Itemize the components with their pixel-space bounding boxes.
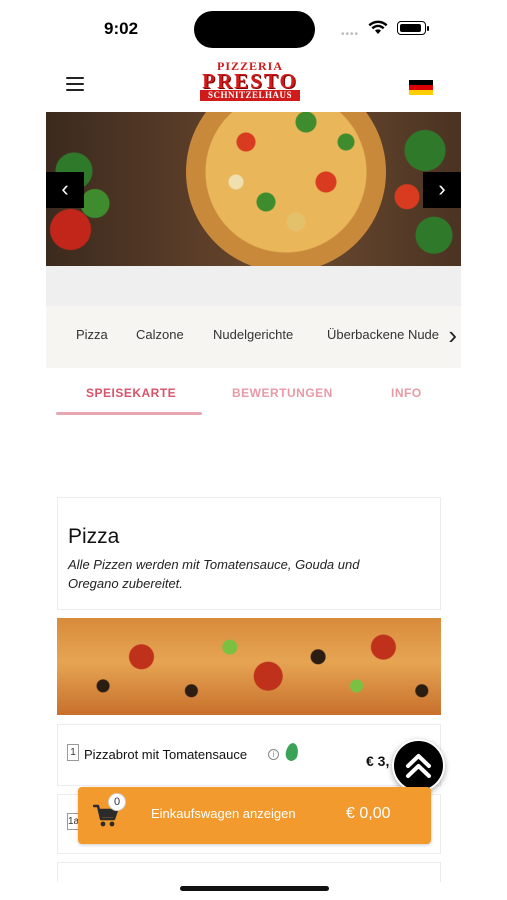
menu-section-header: Pizza Alle Pizzen werden mit Tomatensauc… [57, 497, 441, 610]
tab-bar: SPEISEKARTE BEWERTUNGEN INFO [46, 370, 461, 418]
tab-speisekarte[interactable]: SPEISEKARTE [86, 386, 176, 400]
menu-item[interactable] [57, 862, 441, 882]
hero-spacer [46, 266, 461, 306]
category-bar: Pizza Calzone Nudelgerichte Überbackene … [46, 306, 461, 368]
home-indicator[interactable] [180, 886, 329, 891]
tab-bewertungen[interactable]: BEWERTUNGEN [232, 386, 333, 400]
chevron-left-icon: ‹ [61, 176, 69, 201]
menu-icon[interactable] [66, 77, 84, 91]
category-next-chevron-icon[interactable]: › [448, 320, 457, 351]
vegetarian-leaf-icon [284, 742, 300, 762]
tab-info[interactable]: INFO [391, 386, 422, 400]
menu-item[interactable]: 1 Pizzabrot mit Tomatensauce i € 3, [57, 724, 441, 786]
carousel-next-button[interactable]: › [423, 172, 461, 208]
logo-line2: PRESTO [202, 69, 298, 93]
view-cart-button[interactable]: 0 Einkaufswagen anzeigen € 0,00 [78, 787, 431, 844]
section-description: Alle Pizzen werden mit Tomatensauce, Gou… [68, 557, 360, 591]
battery-icon [397, 21, 429, 35]
active-tab-indicator [56, 412, 202, 415]
section-title: Pizza [68, 525, 120, 548]
logo-line3: SCHNITZELHAUS [200, 90, 300, 101]
app-header: PIZZERIA PRESTO SCHNITZELHAUS [0, 58, 507, 112]
category-pizza[interactable]: Pizza [76, 327, 108, 342]
hero-carousel: ‹ › [46, 112, 461, 266]
item-price: € 3, [366, 753, 390, 769]
german-flag-icon[interactable] [409, 80, 433, 95]
hero-image-pizza [186, 112, 386, 266]
scroll-to-top-button[interactable] [392, 739, 445, 792]
signal-icon: •••• [341, 29, 360, 40]
info-icon[interactable]: i [268, 749, 279, 760]
category-calzone[interactable]: Calzone [136, 327, 184, 342]
cart-label: Einkaufswagen anzeigen [151, 806, 296, 821]
double-chevron-up-icon [406, 754, 431, 778]
cart-count-badge: 0 [108, 793, 126, 811]
section-banner-image [57, 618, 441, 715]
category-ueberbackene-nudeln[interactable]: Überbackene Nude [327, 327, 439, 342]
cart-total: € 0,00 [346, 805, 391, 822]
chevron-right-icon: › [438, 176, 446, 201]
wifi-icon [368, 20, 388, 34]
restaurant-logo[interactable]: PIZZERIA PRESTO SCHNITZELHAUS [196, 60, 304, 104]
status-time: 9:02 [104, 19, 139, 38]
status-bar: 9:02 •••• [0, 0, 507, 58]
category-nudelgerichte[interactable]: Nudelgerichte [213, 327, 293, 342]
dynamic-island [194, 11, 315, 48]
item-number: 1 [67, 744, 79, 761]
carousel-prev-button[interactable]: ‹ [46, 172, 84, 208]
item-name: Pizzabrot mit Tomatensauce [84, 747, 248, 762]
